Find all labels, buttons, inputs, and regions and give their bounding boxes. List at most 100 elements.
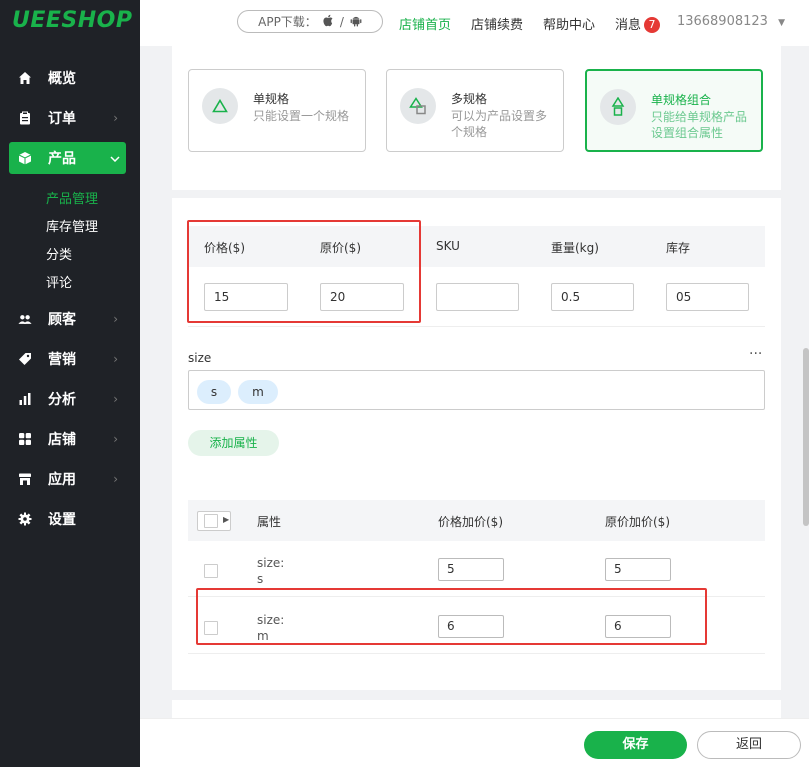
sku-header: SKU: [436, 239, 460, 253]
stock-input[interactable]: 05: [666, 283, 749, 311]
pricing-card: 价格($) 原价($) SKU 重量(kg) 库存 15 20 0.5 05 s…: [172, 198, 781, 690]
next-card: [172, 700, 781, 718]
messages-label: 消息: [615, 18, 642, 33]
account-label: 13668908123: [676, 14, 768, 29]
sidebar-item-products[interactable]: 产品: [9, 142, 126, 174]
chevron-right-icon: ›: [113, 312, 118, 326]
spec-option-title: 单规格组合: [651, 93, 712, 107]
store-renew-link[interactable]: 店铺续费: [471, 14, 523, 33]
sidebar-item-label: 订单: [48, 111, 76, 127]
original-add-input[interactable]: 5: [605, 558, 671, 581]
grid-icon: [18, 432, 32, 446]
sidebar-subitem-reviews[interactable]: 评论: [46, 272, 72, 291]
triangle-square-icon: [400, 88, 436, 124]
chevron-right-icon: ›: [113, 392, 118, 406]
spec-option-single[interactable]: 单规格 只能设置一个规格: [188, 69, 366, 152]
app-download-label: APP下载：: [258, 15, 317, 29]
chevron-down-icon: [110, 151, 120, 165]
select-all-dropdown[interactable]: ▶: [197, 511, 231, 531]
attribute-tag[interactable]: m: [238, 380, 278, 404]
gear-icon: [18, 512, 32, 526]
caret-down-icon: ▼: [778, 18, 785, 28]
row-attr-value: s: [257, 572, 264, 586]
spec-option-title: 单规格: [253, 92, 290, 106]
attribute-tag-box[interactable]: s m: [188, 370, 765, 410]
sidebar-item-overview[interactable]: 概览: [0, 58, 140, 98]
sidebar-item-label: 设置: [48, 512, 76, 528]
sidebar-item-settings[interactable]: 设置: [0, 499, 140, 539]
weight-input[interactable]: 0.5: [551, 283, 634, 311]
messages-link[interactable]: 消息 7: [615, 14, 661, 33]
row-attr-key: size:: [257, 556, 285, 570]
weight-header: 重量(kg): [551, 241, 599, 255]
chevron-right-icon: ›: [113, 352, 118, 366]
box-icon: [18, 151, 32, 165]
chevron-right-icon: ›: [113, 432, 118, 446]
select-all-checkbox[interactable]: [204, 514, 218, 528]
logo[interactable]: UEESHOP: [12, 8, 133, 33]
sidebar-item-label: 产品: [48, 151, 76, 167]
app-download-button[interactable]: APP下载： /: [237, 10, 383, 33]
android-icon[interactable]: [350, 14, 362, 30]
sidebar-item-orders[interactable]: 订单 ›: [0, 98, 140, 138]
top-bar: APP下载： / 店铺首页 店铺续费 帮助中心 消息 7 13668908123 …: [140, 0, 809, 46]
scrollbar-thumb[interactable]: [803, 348, 809, 526]
store-icon: [18, 472, 32, 486]
account-menu[interactable]: 13668908123 ▼: [677, 14, 785, 29]
chevron-right-icon: ›: [113, 472, 118, 486]
add-attribute-button[interactable]: 添加属性: [188, 430, 279, 456]
save-button[interactable]: 保存: [584, 731, 687, 759]
sidebar-item-analytics[interactable]: 分析 ›: [0, 379, 140, 419]
price-add-header: 价格加价($): [438, 515, 503, 529]
attribute-tag[interactable]: s: [197, 380, 231, 404]
messages-badge: 7: [644, 17, 661, 33]
sidebar-item-marketing[interactable]: 营销 ›: [0, 339, 140, 379]
home-icon: [18, 71, 32, 85]
spec-option-multi[interactable]: 多规格 可以为产品设置多个规格: [386, 69, 564, 152]
divider: [188, 326, 765, 327]
sidebar-item-apps[interactable]: 应用 ›: [0, 459, 140, 499]
divider: [188, 653, 765, 654]
more-icon[interactable]: ···: [749, 346, 762, 362]
apple-icon[interactable]: [323, 14, 334, 30]
clipboard-icon: [18, 111, 32, 125]
sidebar-item-label: 店铺: [48, 432, 76, 448]
original-add-header: 原价加价($): [605, 515, 670, 529]
main-content: 单规格 只能设置一个规格 多规格 可以为产品设置多个规格 单规格组合 只能给单规…: [140, 46, 803, 718]
combo-table-header: ▶ 属性 价格加价($) 原价加价($): [188, 500, 765, 541]
spec-option-desc: 只能设置一个规格: [253, 109, 350, 123]
back-button[interactable]: 返回: [697, 731, 801, 759]
help-center-link[interactable]: 帮助中心: [543, 14, 595, 33]
sidebar-item-label: 概览: [48, 71, 76, 87]
row-checkbox[interactable]: [204, 564, 218, 578]
store-home-link[interactable]: 店铺首页: [399, 14, 451, 33]
attribute-header: 属性: [257, 515, 282, 529]
bar-chart-icon: [18, 392, 32, 406]
sidebar-subitem-category[interactable]: 分类: [46, 244, 72, 263]
price-add-input[interactable]: 5: [438, 558, 504, 581]
attribute-name: size: [188, 351, 212, 365]
highlight-box: [196, 588, 707, 645]
separator: /: [339, 14, 344, 29]
sku-input[interactable]: [436, 283, 519, 311]
highlight-box: [187, 220, 421, 323]
spec-option-title: 多规格: [451, 92, 488, 106]
spec-type-card: 单规格 只能设置一个规格 多规格 可以为产品设置多个规格 单规格组合 只能给单规…: [172, 46, 781, 190]
caret-right-icon: ▶: [223, 515, 230, 524]
chevron-right-icon: ›: [113, 111, 118, 125]
spec-option-desc: 可以为产品设置多个规格: [451, 109, 548, 139]
sidebar: UEESHOP 概览 订单 › 产品 产品管理 库存管理 分类 评论 顾客 ›: [0, 0, 140, 767]
sidebar-item-label: 顾客: [48, 312, 76, 328]
spec-option-desc: 只能给单规格产品设置组合属性: [651, 110, 748, 140]
spec-option-single-combo[interactable]: 单规格组合 只能给单规格产品设置组合属性: [585, 69, 763, 152]
sidebar-subitem-inventory[interactable]: 库存管理: [46, 216, 98, 235]
sidebar-item-store[interactable]: 店铺 ›: [0, 419, 140, 459]
triangle-icon: [202, 88, 238, 124]
tag-icon: [18, 352, 32, 366]
sidebar-item-label: 应用: [48, 472, 76, 488]
triangle-stack-icon: [600, 89, 636, 125]
sidebar-item-customers[interactable]: 顾客 ›: [0, 299, 140, 339]
footer-bar: 保存 返回: [140, 718, 809, 767]
sidebar-subitem-product-management[interactable]: 产品管理: [46, 188, 98, 207]
sidebar-item-label: 营销: [48, 352, 76, 368]
